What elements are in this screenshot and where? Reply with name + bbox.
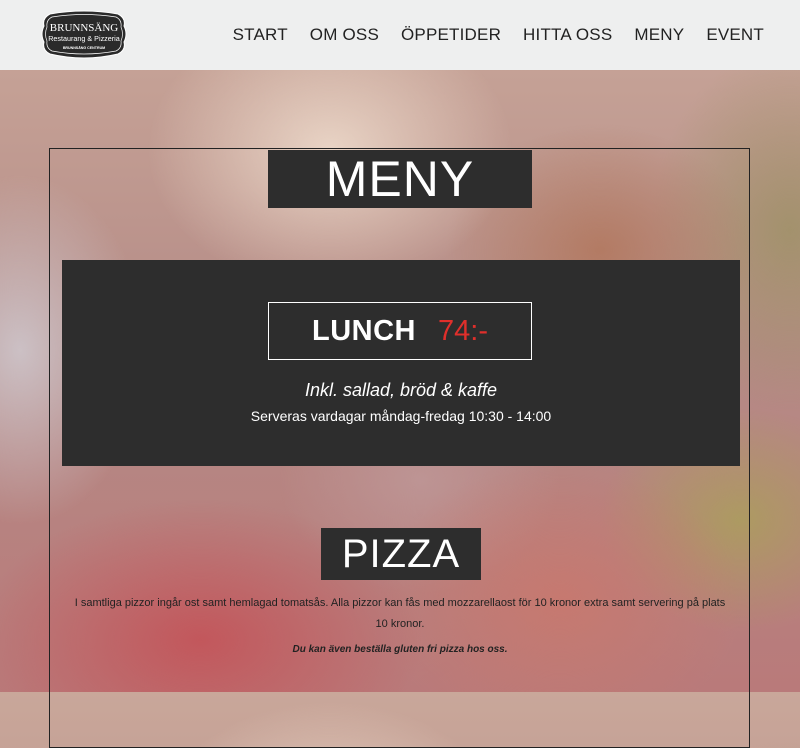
brand-logo[interactable]: BRUNNSÄNG Restaurang & Pizzeria BRUNNSÄN… — [40, 10, 128, 59]
lunch-hours: Serveras vardagar måndag-fredag 10:30 - … — [250, 408, 552, 424]
logo-name: BRUNNSÄNG — [50, 22, 119, 34]
pizza-gluten-note: Du kan även beställa gluten fri pizza ho… — [292, 644, 508, 655]
logo-tagline: Restaurang & Pizzeria — [48, 34, 120, 43]
pizza-title: PIZZA — [321, 528, 481, 580]
nav-start[interactable]: START — [233, 25, 288, 45]
lunch-price: 74:- — [438, 314, 488, 347]
lunch-panel: LUNCH 74:- Inkl. sallad, bröd & kaffe Se… — [62, 260, 740, 466]
pizza-description: I samtliga pizzor ingår ost samt hemlaga… — [74, 597, 726, 630]
logo-location: BRUNNSÄNG CENTRUM — [63, 46, 105, 50]
menu-title: MENY — [268, 150, 532, 208]
nav-hitta-oss[interactable]: HITTA OSS — [523, 25, 612, 45]
nav-meny[interactable]: MENY — [634, 25, 684, 45]
site-header: BRUNNSÄNG Restaurang & Pizzeria BRUNNSÄN… — [0, 0, 800, 70]
main-nav: START OM OSS ÖPPETIDER HITTA OSS MENY EV… — [233, 0, 764, 70]
nav-oppetider[interactable]: ÖPPETIDER — [401, 25, 501, 45]
lunch-includes: Inkl. sallad, bröd & kaffe — [304, 380, 498, 400]
lunch-label: LUNCH — [312, 314, 416, 347]
nav-om-oss[interactable]: OM OSS — [310, 25, 379, 45]
nav-event[interactable]: EVENT — [706, 25, 764, 45]
lunch-price-box: LUNCH 74:- — [268, 302, 532, 360]
